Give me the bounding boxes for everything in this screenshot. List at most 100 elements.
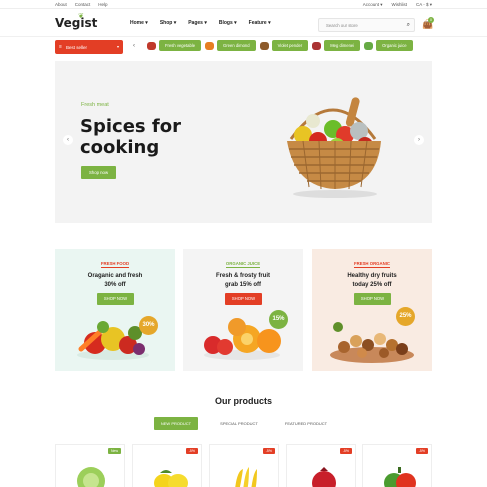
fruit-image	[205, 41, 215, 50]
hero-subtitle: Fresh meat	[81, 102, 109, 108]
slider-next-button[interactable]: ›	[414, 135, 424, 145]
product-card[interactable]: -5%	[209, 444, 279, 487]
leaf-icon: ❦	[78, 12, 84, 20]
pomegranate-image	[312, 467, 336, 487]
about-link[interactable]: About	[55, 2, 67, 7]
nav-shop-label: Shop	[159, 20, 173, 26]
product-card[interactable]: -5%	[286, 444, 356, 487]
discount-badge: -5%	[415, 448, 428, 454]
nav-feature-label: Feature	[248, 20, 267, 26]
new-badge: New	[107, 448, 121, 454]
chevron-down-icon: ▾	[116, 44, 119, 49]
site-logo[interactable]: Vegist ❦	[55, 12, 98, 30]
search-icon[interactable]: ⌕	[407, 22, 410, 29]
contact-link[interactable]: Contact	[75, 2, 91, 7]
hero-slider: ‹ Fresh meat Spices for cooking Shop now …	[55, 61, 432, 223]
promo-headline-line-2: today 25% off	[352, 282, 392, 288]
pepper-image	[384, 467, 416, 487]
currency-select[interactable]: CA - $ ▾	[416, 2, 432, 8]
promo-headline: Oraganic and fresh 30% off	[55, 272, 175, 290]
promo-tag: ORGANIC JUICE	[183, 261, 303, 268]
category-select-label: Best seller	[66, 44, 88, 50]
discount-badge: 25%	[396, 307, 415, 326]
discount-badge: 30%	[139, 316, 158, 335]
main-nav: Home ▾ Shop ▾ Pages ▾ Blogs ▾ Feature ▾	[130, 20, 271, 26]
category-prev-arrow[interactable]: ‹	[133, 43, 135, 49]
promo-headline-line-1: Healthy dry fruits	[347, 273, 397, 279]
nut-image	[259, 41, 269, 50]
promo-headline-line-2: 30% off	[104, 282, 126, 288]
logo-text: Vegist	[55, 16, 98, 30]
tab-special-product[interactable]: SPECIAL PRODUCT	[212, 417, 266, 430]
products-heading: Our products	[214, 396, 272, 406]
promo-card-fresh-organic[interactable]: FRESH ORGANIC Healthy dry fruits today 25…	[312, 249, 432, 371]
search-input[interactable]: Search our store ⌕	[318, 18, 415, 32]
basket-image	[287, 97, 381, 198]
nav-home-label: Home	[130, 20, 144, 26]
account-label: Account	[362, 2, 379, 7]
account-link[interactable]: Account ▾	[363, 2, 383, 8]
promo-tag-text: FRESH FOOD	[100, 261, 130, 268]
promo-headline: Fresh & frosty fruit grab 15% off	[183, 272, 303, 290]
promo-tag: FRESH FOOD	[55, 261, 175, 268]
promo-headline-line-1: Fresh & frosty fruit	[215, 273, 270, 279]
promo-shop-now-button[interactable]: SHOP NOW	[354, 293, 391, 305]
hero-title: Spices for cooking	[80, 116, 181, 158]
nav-feature[interactable]: Feature ▾	[249, 20, 271, 26]
discount-badge: -5%	[339, 448, 352, 454]
product-tabs: NEW PRODUCT SPECIAL PRODUCT FEATURED PRO…	[154, 417, 334, 430]
promo-headline-line-1: Oraganic and fresh	[87, 273, 143, 279]
banana-image	[235, 467, 257, 487]
product-grid: New -5% -5% -5% -5%	[55, 444, 432, 487]
category-label: Green dimond	[217, 40, 256, 51]
product-card[interactable]: -5%	[132, 444, 202, 487]
help-link[interactable]: Help	[98, 2, 107, 7]
nav-blogs-label: Blogs	[218, 20, 233, 26]
category-item-meg-dimenei[interactable]: Meg dimenei	[312, 40, 361, 51]
cart-button[interactable]: 👜 0	[422, 17, 434, 30]
category-select[interactable]: ≡ Best seller ▾	[55, 40, 123, 54]
nav-blogs[interactable]: Blogs ▾	[219, 20, 237, 26]
promo-headline: Healthy dry fruits today 25% off	[312, 272, 432, 290]
nav-pages-label: Pages	[188, 20, 203, 26]
nav-pages[interactable]: Pages ▾	[188, 20, 207, 26]
nav-shop[interactable]: Shop ▾	[160, 20, 176, 26]
currency-label: CA - $	[415, 2, 429, 7]
promo-banners: FRESH FOOD Oraganic and fresh 30% off SHO…	[55, 249, 432, 371]
slider-prev-button[interactable]: ‹	[63, 135, 73, 145]
promo-card-fresh-food[interactable]: FRESH FOOD Oraganic and fresh 30% off SHO…	[55, 249, 175, 371]
nav-home[interactable]: Home ▾	[130, 20, 148, 26]
tab-featured-product[interactable]: FEATURED PRODUCT	[278, 417, 334, 430]
juice-image	[364, 41, 374, 50]
promo-tag-text: ORGANIC JUICE	[225, 261, 261, 268]
discount-badge: 15%	[269, 310, 288, 329]
promo-shop-now-button[interactable]: SHOP NOW	[97, 293, 134, 305]
discount-badge: -5%	[185, 448, 198, 454]
category-item-green-dimond[interactable]: Green dimond	[205, 40, 256, 51]
tab-new-product[interactable]: NEW PRODUCT	[154, 417, 198, 430]
promo-tag-text: FRESH ORGANIC	[353, 261, 391, 268]
hero-title-line-1: Spices for	[80, 116, 181, 137]
cart-count-badge: 0	[428, 17, 434, 23]
discount-badge: -5%	[262, 448, 275, 454]
hero-shop-now-button[interactable]: Shop now	[81, 166, 116, 179]
meat-image	[312, 41, 322, 50]
promo-headline-line-2: grab 15% off	[224, 282, 261, 288]
product-card[interactable]: New	[55, 444, 125, 487]
hero-title-line-2: cooking	[80, 137, 160, 158]
promo-card-organic-juice[interactable]: ORGANIC JUICE Fresh & frosty fruit grab 1…	[183, 249, 303, 371]
category-item-fresh-vegetable[interactable]: Fresh vegetable	[147, 40, 202, 51]
category-label: Violet pender	[271, 40, 309, 51]
search-placeholder: Search our store	[326, 23, 358, 28]
lemon-image	[154, 470, 188, 487]
category-item-organic-juice[interactable]: Organic juice	[364, 40, 413, 51]
promo-shop-now-button[interactable]: SHOP NOW	[225, 293, 262, 305]
category-label: Fresh vegetable	[159, 40, 202, 51]
category-item-violet-pender[interactable]: Violet pender	[259, 40, 309, 51]
cabbage-image	[77, 467, 105, 487]
promo-tag: FRESH ORGANIC	[312, 261, 432, 268]
top-bar: About Contact Help Account ▾ Wishlist CA…	[0, 0, 487, 9]
product-card[interactable]: -5%	[362, 444, 432, 487]
category-label: Meg dimenei	[324, 40, 361, 51]
wishlist-link[interactable]: Wishlist	[391, 2, 407, 8]
